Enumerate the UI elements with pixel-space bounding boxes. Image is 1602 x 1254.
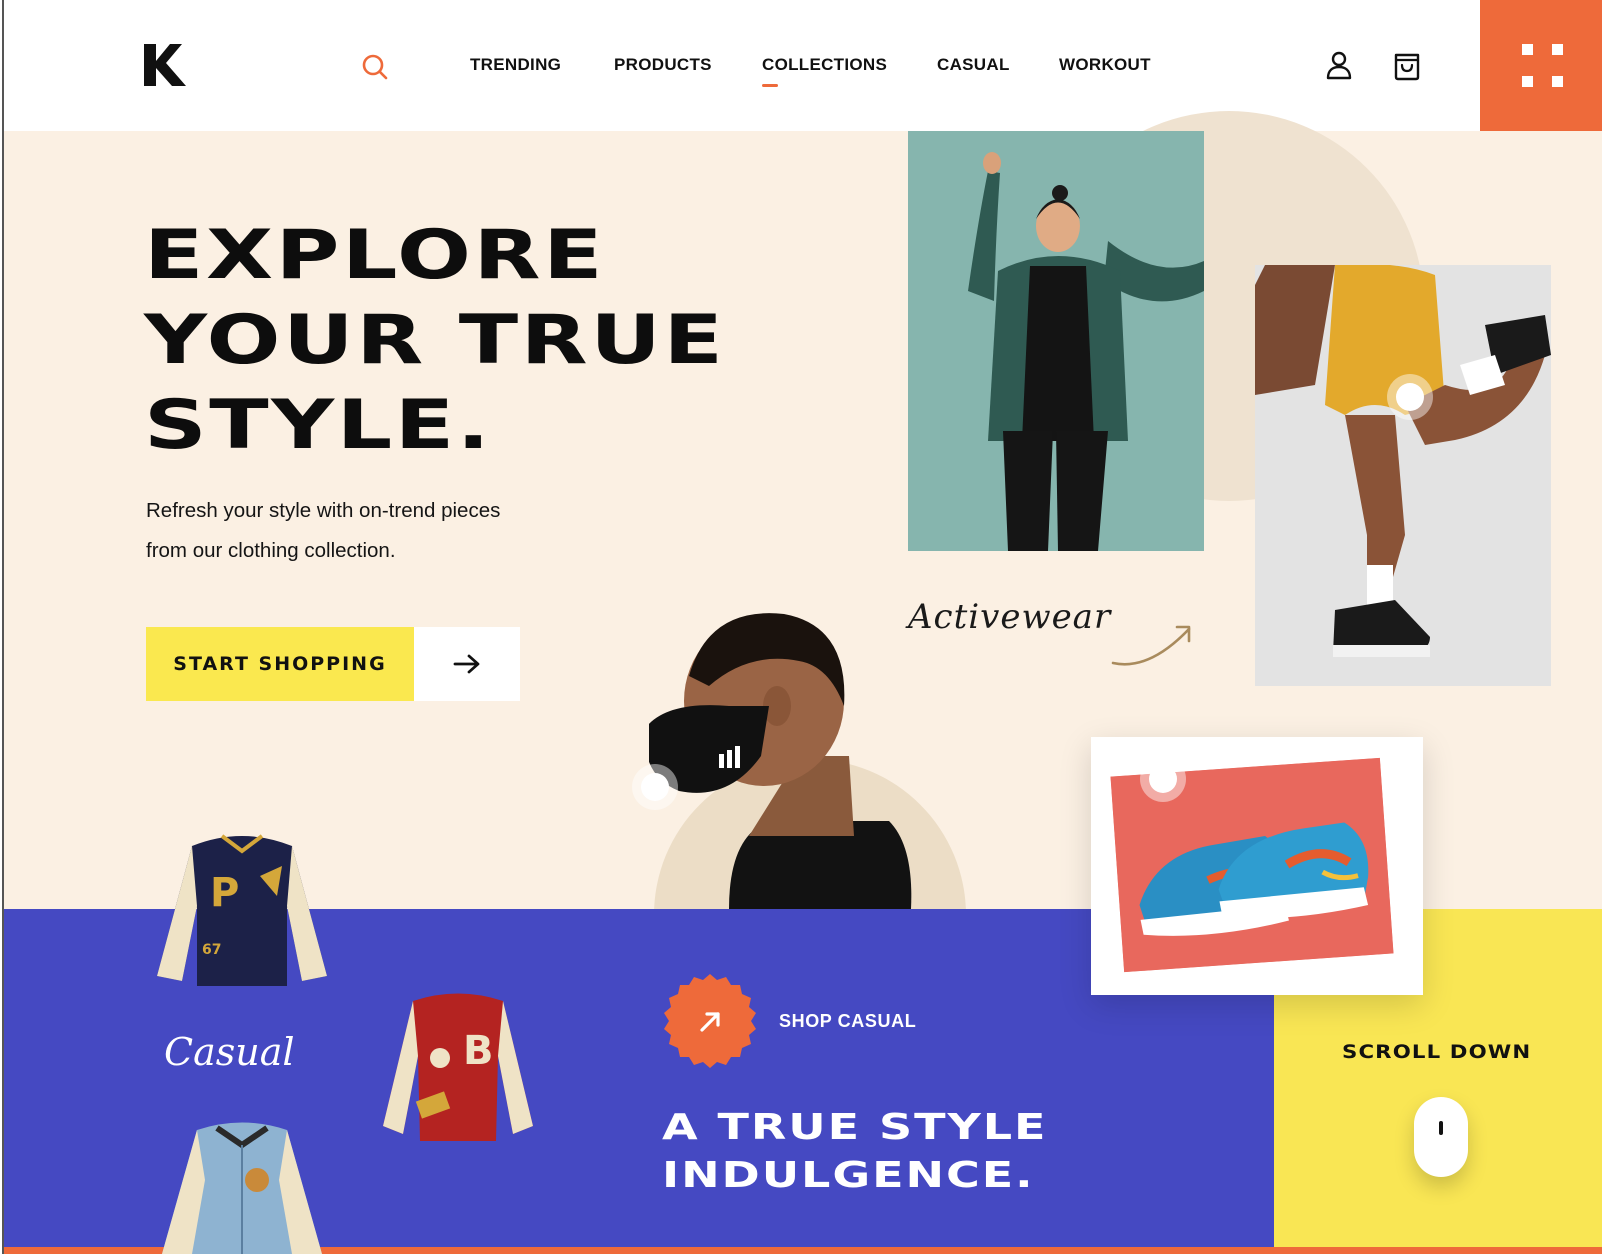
user-icon[interactable] [1324, 50, 1354, 80]
nav-item-products[interactable]: PRODUCTS [614, 55, 712, 75]
site-header: TRENDING PRODUCTS COLLECTIONS CASUAL WOR… [4, 0, 1602, 131]
casual-section-title: A TRUE STYLE INDULGENCE. [662, 1104, 1047, 1200]
varsity-jacket-navy-photo[interactable]: P 67 [152, 826, 332, 991]
hero-title-line: YOUR TRUE [144, 301, 726, 380]
start-shopping-label[interactable]: START SHOPPING [146, 627, 414, 701]
shop-casual-badge[interactable] [660, 972, 760, 1072]
model-illustration [908, 131, 1204, 551]
denim-jacket-photo[interactable] [157, 1120, 327, 1254]
shopping-bag-icon[interactable] [1392, 49, 1422, 81]
hero-title-line: EXPLORE [144, 216, 606, 295]
landing-page: TRENDING PRODUCTS COLLECTIONS CASUAL WOR… [2, 0, 1602, 1254]
arrow-right-icon [453, 654, 480, 674]
active-nav-indicator [762, 84, 778, 87]
activewear-label[interactable]: Activewear [908, 597, 1111, 637]
product-hotspot[interactable] [1387, 374, 1433, 420]
varsity-jacket-red-photo[interactable]: B [378, 986, 538, 1151]
product-hotspot[interactable] [1140, 756, 1186, 802]
svg-text:67: 67 [202, 942, 221, 958]
shorts-illustration [1255, 265, 1551, 686]
mouse-wheel [1439, 1121, 1443, 1135]
nav-item-trending[interactable]: TRENDING [470, 55, 561, 75]
hero-subtitle-line: Refresh your style with on-trend pieces [146, 499, 501, 522]
hero-subtitle: Refresh your style with on-trend pieces … [146, 491, 606, 571]
shop-casual-link[interactable]: SHOP CASUAL [779, 1011, 916, 1032]
brand-logo[interactable] [144, 44, 188, 88]
nav-item-casual[interactable]: CASUAL [937, 55, 1010, 75]
casual-title-line: A TRUE STYLE [662, 1107, 1048, 1148]
activewear-jacket-photo[interactable] [908, 131, 1204, 551]
masked-model-photo[interactable] [649, 606, 919, 909]
product-hotspot[interactable] [632, 764, 678, 810]
cta-arrow-button[interactable] [414, 627, 520, 701]
scroll-down-label: SCROLL DOWN [1342, 1041, 1532, 1063]
start-shopping-button[interactable]: START SHOPPING [146, 627, 520, 701]
casual-label[interactable]: Casual [164, 1030, 295, 1074]
mouse-icon[interactable] [1414, 1097, 1468, 1177]
nav-item-workout[interactable]: WORKOUT [1059, 55, 1151, 75]
svg-text:B: B [463, 1028, 494, 1074]
nav-item-collections[interactable]: COLLECTIONS [762, 55, 887, 75]
hero-title: EXPLORE YOUR TRUE STYLE. [144, 213, 726, 468]
hero-title-line: STYLE. [144, 386, 493, 465]
hero-subtitle-line: from our clothing collection. [146, 539, 396, 562]
casual-title-line: INDULGENCE. [662, 1155, 1035, 1196]
curved-arrow-icon [1111, 625, 1191, 666]
svg-text:P: P [210, 870, 239, 916]
grid-menu-button[interactable] [1480, 0, 1602, 131]
activewear-shorts-photo[interactable] [1255, 265, 1551, 686]
search-icon[interactable] [361, 53, 389, 81]
